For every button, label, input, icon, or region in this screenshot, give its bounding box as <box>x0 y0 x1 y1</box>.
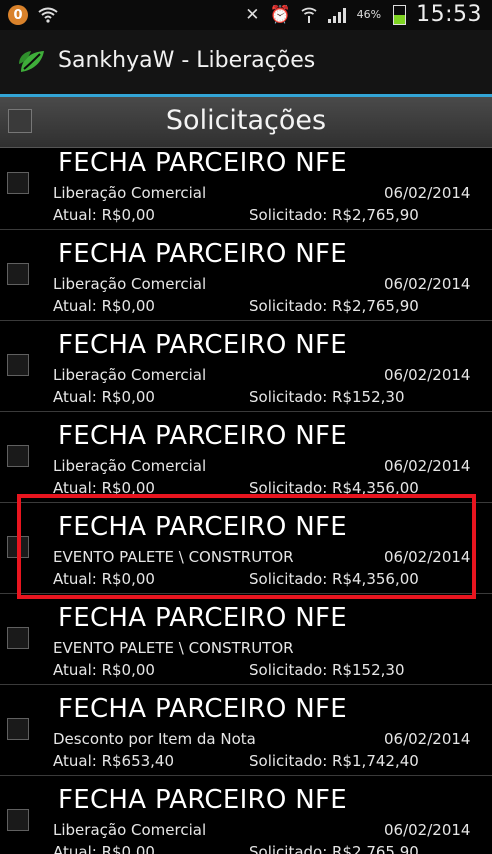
item-checkbox[interactable] <box>7 718 29 740</box>
list-item[interactable]: FECHA PARCEIRO NFE Liberação Comercial 0… <box>0 775 492 854</box>
action-bar: SankhyaW - Liberações <box>0 30 492 97</box>
item-atual: Atual: R$0,00 <box>53 297 155 315</box>
app-title: SankhyaW - Liberações <box>58 48 316 73</box>
item-date: 06/02/2014 <box>384 821 471 839</box>
item-solicitado: Solicitado: R$2,765,90 <box>249 206 419 224</box>
item-solicitado: Solicitado: R$4,356,00 <box>249 570 419 588</box>
item-date: 06/02/2014 <box>384 275 471 293</box>
list-item[interactable]: FECHA PARCEIRO NFE EVENTO PALETE \ CONST… <box>0 593 492 685</box>
sankhya-leaf-icon[interactable] <box>18 48 48 76</box>
notification-badge: 0 <box>8 5 28 25</box>
item-date: 06/02/2014 <box>384 457 471 475</box>
item-checkbox[interactable] <box>7 263 29 285</box>
item-checkbox[interactable] <box>7 445 29 467</box>
item-atual: Atual: R$0,00 <box>53 843 155 854</box>
item-type: Liberação Comercial <box>53 184 207 202</box>
alarm-icon: ⏰ <box>269 4 291 25</box>
item-solicitado: Solicitado: R$4,356,00 <box>249 479 419 497</box>
item-solicitado: Solicitado: R$152,30 <box>249 388 405 406</box>
list-item[interactable]: FECHA PARCEIRO NFE Liberação Comercial 0… <box>0 411 492 503</box>
item-checkbox[interactable] <box>7 354 29 376</box>
item-atual: Atual: R$653,40 <box>53 752 175 770</box>
item-type: Liberação Comercial <box>53 275 207 293</box>
clock: 15:53 <box>416 2 482 27</box>
item-title: FECHA PARCEIRO NFE <box>58 785 347 815</box>
list-item[interactable]: FECHA PARCEIRO NFE Liberação Comercial 0… <box>0 320 492 412</box>
item-solicitado: Solicitado: R$2,765,90 <box>249 843 419 854</box>
list-item[interactable]: FECHA PARCEIRO NFE Liberação Comercial 0… <box>0 148 492 230</box>
item-title: FECHA PARCEIRO NFE <box>58 512 347 542</box>
list-item[interactable]: FECHA PARCEIRO NFE Liberação Comercial 0… <box>0 229 492 321</box>
item-date: 06/02/2014 <box>384 184 471 202</box>
item-solicitado: Solicitado: R$1,742,40 <box>249 752 419 770</box>
item-date: 06/02/2014 <box>384 366 471 384</box>
item-type: EVENTO PALETE \ CONSTRUTOR <box>53 639 294 657</box>
item-solicitado: Solicitado: R$152,30 <box>249 661 405 679</box>
item-atual: Atual: R$0,00 <box>53 661 155 679</box>
item-atual: Atual: R$0,00 <box>53 206 155 224</box>
status-bar: 0 ✕ ⏰ 46% 15:53 <box>0 0 492 30</box>
section-title: Solicitações <box>165 105 327 136</box>
item-date: 06/02/2014 <box>384 730 471 748</box>
battery-percent: 46% <box>356 8 382 21</box>
list-item[interactable]: FECHA PARCEIRO NFE Desconto por Item da … <box>0 684 492 776</box>
item-checkbox[interactable] <box>7 809 29 831</box>
cell-signal-icon <box>327 7 346 23</box>
item-atual: Atual: R$0,00 <box>53 570 155 588</box>
item-title: FECHA PARCEIRO NFE <box>58 330 347 360</box>
item-title: FECHA PARCEIRO NFE <box>58 603 347 633</box>
item-type: Desconto por Item da Nota <box>53 730 256 748</box>
item-atual: Atual: R$0,00 <box>53 479 155 497</box>
item-solicitado: Solicitado: R$2,765,90 <box>249 297 419 315</box>
status-bar-left: 0 <box>8 5 58 25</box>
item-type: Liberação Comercial <box>53 821 207 839</box>
item-title: FECHA PARCEIRO NFE <box>58 421 347 451</box>
list-item[interactable]: FECHA PARCEIRO NFE EVENTO PALETE \ CONST… <box>0 502 492 594</box>
battery-icon <box>393 4 407 25</box>
item-checkbox[interactable] <box>7 627 29 649</box>
item-type: Liberação Comercial <box>53 366 207 384</box>
wifi-signal-icon <box>301 7 317 23</box>
item-title: FECHA PARCEIRO NFE <box>58 239 347 269</box>
item-checkbox[interactable] <box>7 536 29 558</box>
item-checkbox[interactable] <box>7 172 29 194</box>
item-atual: Atual: R$0,00 <box>53 388 155 406</box>
item-title: FECHA PARCEIRO NFE <box>58 694 347 724</box>
section-header: Solicitações <box>0 97 492 148</box>
item-date: 06/02/2014 <box>384 548 471 566</box>
status-bar-right: ✕ ⏰ 46% 15:53 <box>245 2 482 27</box>
item-title: FECHA PARCEIRO NFE <box>58 148 347 178</box>
mute-icon: ✕ <box>245 4 260 25</box>
item-type: Liberação Comercial <box>53 457 207 475</box>
item-type: EVENTO PALETE \ CONSTRUTOR <box>53 548 294 566</box>
wifi-icon <box>38 7 58 23</box>
requests-list: FECHA PARCEIRO NFE Liberação Comercial 0… <box>0 148 492 854</box>
